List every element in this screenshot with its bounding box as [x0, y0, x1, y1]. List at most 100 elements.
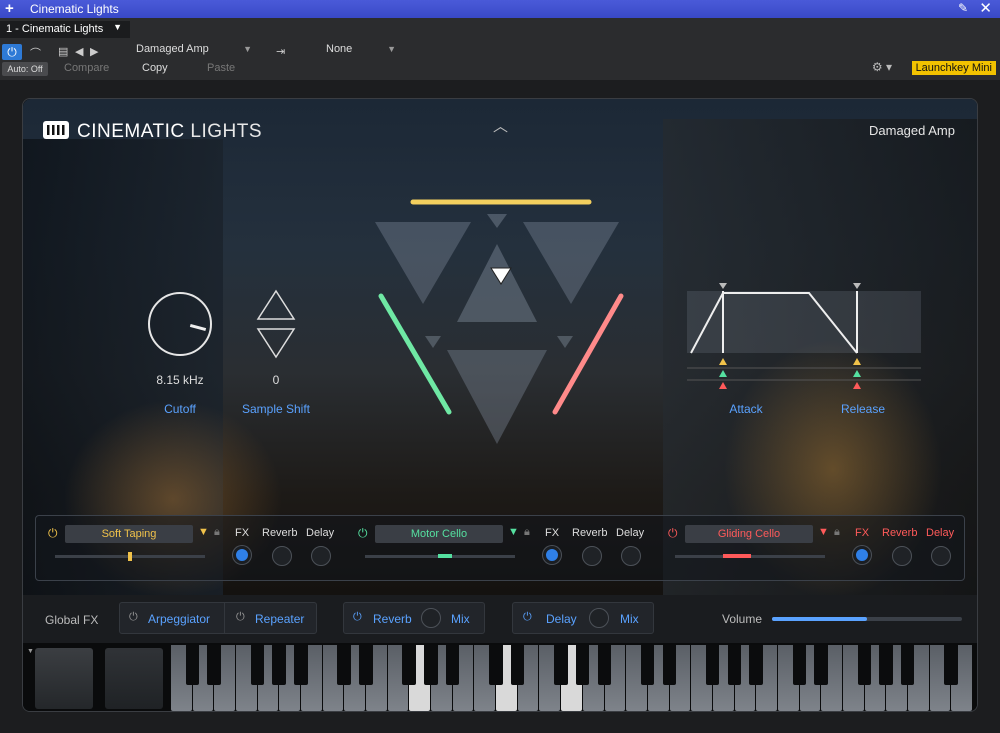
power-icon[interactable]: ⏻ — [2, 44, 22, 60]
headphones-icon[interactable]: ⌒ — [30, 45, 41, 61]
chevron-up-icon[interactable]: ︿ — [493, 115, 508, 136]
black-key[interactable] — [489, 645, 503, 685]
slot-3-reverb-knob[interactable] — [892, 546, 912, 566]
arpeggiator-button[interactable]: Arpeggiator — [148, 612, 210, 626]
black-key[interactable] — [727, 645, 742, 685]
slot-1-power-icon[interactable]: ⏻ — [48, 526, 58, 541]
product-logo: CINEMATIC LIGHTS — [77, 121, 262, 143]
slider-handle[interactable] — [128, 552, 132, 561]
black-key[interactable] — [250, 645, 265, 685]
black-key[interactable] — [207, 645, 221, 685]
slot-2-power-icon[interactable]: ⏻ — [358, 526, 368, 541]
slot-1-level-slider[interactable] — [55, 552, 205, 561]
black-key[interactable] — [901, 645, 915, 685]
global-reverb-mix-knob[interactable] — [421, 608, 441, 628]
slot-1-reverb-knob[interactable] — [272, 546, 292, 566]
black-key[interactable] — [272, 645, 286, 685]
mod-wheel[interactable] — [105, 648, 163, 709]
lock-icon[interactable]: 🔒︎ — [214, 526, 220, 539]
preset-file-icon[interactable]: ▤ — [58, 45, 68, 58]
black-key[interactable] — [944, 645, 958, 685]
slot-2-reverb-knob[interactable] — [582, 546, 602, 566]
instrument-selector-label: 1 - Cinematic Lights — [6, 23, 104, 35]
sample-shift-arrows-icon[interactable] — [256, 289, 296, 361]
lock-icon[interactable]: 🔒︎ — [834, 526, 840, 539]
repeater-power-icon[interactable]: ⏻ — [236, 611, 245, 624]
slider-handle[interactable] — [723, 554, 751, 558]
black-key[interactable] — [597, 645, 611, 685]
black-key[interactable] — [359, 645, 373, 685]
slot-3-level-slider[interactable] — [675, 554, 825, 558]
black-key[interactable] — [705, 645, 720, 685]
morph-triangle[interactable] — [363, 194, 643, 454]
black-key[interactable] — [792, 645, 807, 685]
chevron-down-icon: ▼ — [243, 44, 252, 54]
black-key[interactable] — [749, 645, 763, 685]
slot-1-delay-knob[interactable] — [311, 546, 331, 566]
pin-icon[interactable]: ✎ — [958, 1, 968, 15]
instrument-selector[interactable]: 1 - Cinematic Lights ▼ — [0, 21, 130, 38]
automation-button[interactable]: Auto: Off — [2, 62, 48, 76]
black-key[interactable] — [510, 645, 525, 685]
window-titlebar: + Cinematic Lights ✎ ✕ — [0, 0, 1000, 18]
compare-button[interactable]: Compare — [64, 62, 109, 74]
black-key[interactable] — [857, 645, 872, 685]
lock-icon[interactable]: 🔒︎ — [524, 526, 530, 539]
next-preset-icon[interactable]: ▶ — [90, 45, 98, 58]
slot-1-fx-button[interactable] — [233, 546, 251, 564]
black-key[interactable] — [185, 645, 200, 685]
paste-button[interactable]: Paste — [207, 62, 235, 74]
black-key[interactable] — [575, 645, 590, 685]
slot-2-fx-button[interactable] — [543, 546, 561, 564]
global-reverb-label: Reverb — [373, 612, 412, 626]
chevron-down-icon[interactable]: ▼ — [818, 526, 829, 538]
slot-2-level-slider[interactable] — [365, 554, 515, 558]
black-key[interactable] — [424, 645, 438, 685]
slot-3-power-icon[interactable]: ⏻ — [668, 526, 678, 541]
slot-3-fx-button[interactable] — [853, 546, 871, 564]
global-delay-power-icon[interactable]: ⏻ — [523, 611, 532, 624]
gear-icon[interactable]: ⚙ ▾ — [872, 60, 892, 74]
chevron-down-icon: ▼ — [387, 44, 396, 54]
add-icon[interactable]: + — [5, 0, 14, 17]
black-key[interactable] — [554, 645, 568, 685]
cutoff-knob[interactable] — [148, 292, 212, 356]
preset-dropdown[interactable]: Damaged Amp ▼ — [136, 43, 252, 60]
black-key[interactable] — [337, 645, 351, 685]
slider-handle[interactable] — [438, 554, 452, 558]
black-key[interactable] — [445, 645, 460, 685]
slot-2-name[interactable]: Motor Cello — [375, 525, 503, 543]
repeater-button[interactable]: Repeater — [255, 612, 304, 626]
arpeggiator-power-icon[interactable]: ⏻ — [129, 611, 138, 624]
volume-slider[interactable] — [772, 617, 962, 621]
global-reverb-power-icon[interactable]: ⏻ — [353, 611, 362, 624]
black-key[interactable] — [879, 645, 893, 685]
black-key[interactable] — [640, 645, 655, 685]
piano-keyboard[interactable] — [171, 645, 973, 711]
slot-3-fx-label: FX — [855, 527, 870, 539]
chevron-down-icon[interactable]: ▼ — [198, 526, 209, 538]
divider — [224, 602, 225, 634]
slot-2-reverb-label: Reverb — [572, 527, 608, 539]
slot-1-name[interactable]: Soft Taping — [65, 525, 193, 543]
slot-3-name[interactable]: Gliding Cello — [685, 525, 813, 543]
black-key[interactable] — [402, 645, 416, 685]
close-icon[interactable]: ✕ — [979, 0, 992, 17]
pitch-wheel[interactable] — [35, 648, 93, 709]
global-delay-mix-knob[interactable] — [589, 608, 609, 628]
sample-shift-value: 0 — [272, 373, 280, 387]
prev-preset-icon[interactable]: ◀ — [75, 45, 83, 58]
window-title: Cinematic Lights — [30, 2, 119, 16]
black-key[interactable] — [814, 645, 828, 685]
chevron-down-icon[interactable]: ▼ — [508, 526, 519, 538]
envelope-editor[interactable] — [687, 279, 922, 399]
brand-light: LIGHTS — [190, 121, 262, 142]
black-key[interactable] — [294, 645, 308, 685]
copy-button[interactable]: Copy — [142, 62, 168, 74]
slot-3-delay-knob[interactable] — [931, 546, 951, 566]
chevron-down-icon[interactable]: ▼ — [27, 648, 34, 655]
slot-2-delay-knob[interactable] — [621, 546, 641, 566]
device-badge[interactable]: Launchkey Mini — [911, 61, 996, 75]
sidechain-dropdown[interactable]: None ▼ — [326, 43, 396, 60]
black-key[interactable] — [662, 645, 677, 685]
